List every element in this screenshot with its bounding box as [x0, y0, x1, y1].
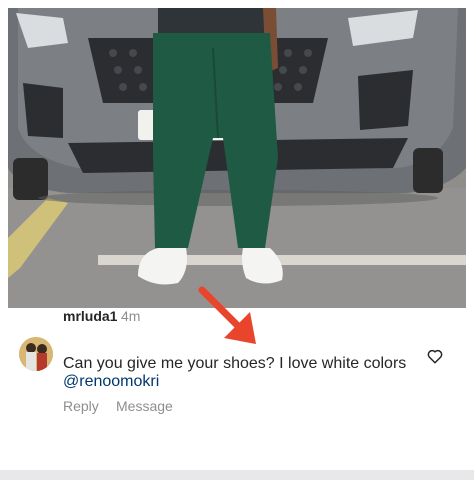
message-button[interactable]: Message — [116, 398, 173, 414]
post-photo — [8, 8, 466, 308]
reply-button[interactable]: Reply — [63, 398, 99, 414]
comment-username[interactable]: mrluda1 — [63, 308, 117, 324]
avatar[interactable] — [19, 337, 53, 371]
bottom-divider — [0, 470, 474, 480]
comment-mention[interactable]: @renoomokri — [63, 372, 159, 392]
heart-outline-icon[interactable] — [426, 347, 444, 365]
comment-text: Can you give me your shoes? I love white… — [63, 355, 407, 372]
comment-timestamp: 4m — [121, 308, 141, 324]
red-arrow-icon — [198, 286, 256, 344]
